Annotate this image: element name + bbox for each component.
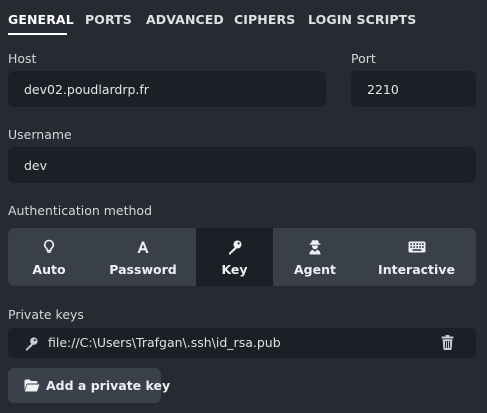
font-a-icon [136, 238, 150, 256]
keyboard-icon [408, 238, 426, 256]
host-input[interactable]: dev02.poudlardrp.fr [8, 71, 326, 107]
tab-ports[interactable]: PORTS [85, 12, 132, 27]
active-tab-indicator [8, 33, 67, 35]
tab-login-scripts[interactable]: LOGIN SCRIPTS [308, 12, 416, 27]
port-label: Port [351, 51, 376, 66]
lightbulb-icon [43, 238, 55, 256]
add-private-key-label: Add a private key [46, 378, 171, 393]
port-input[interactable]: 2210 [351, 71, 476, 107]
connection-settings-panel: GENERAL PORTS ADVANCED CIPHERS LOGIN SCR… [0, 0, 487, 413]
trash-icon[interactable] [441, 335, 454, 354]
auth-method-label: Authentication method [8, 203, 153, 218]
auth-option-label: Password [109, 261, 177, 277]
tab-ciphers[interactable]: CIPHERS [234, 12, 295, 27]
auth-option-label: Key [221, 261, 248, 277]
tab-advanced[interactable]: ADVANCED [146, 12, 224, 27]
private-key-path: file://C:\Users\Trafgan\.ssh\id_rsa.pub [48, 335, 281, 350]
auth-option-label: Agent [294, 261, 336, 277]
add-private-key-button[interactable]: Add a private key [8, 368, 170, 403]
private-keys-label: Private keys [8, 307, 84, 322]
tab-general[interactable]: GENERAL [8, 12, 74, 27]
auth-option-label: Auto [32, 261, 66, 277]
auth-method-selector: Auto Password Key Agent Interactive [8, 228, 476, 286]
auth-option-agent[interactable]: Agent [273, 228, 357, 286]
auth-option-auto[interactable]: Auto [8, 228, 90, 286]
auth-option-label: Interactive [378, 261, 455, 277]
private-key-item: file://C:\Users\Trafgan\.ssh\id_rsa.pub [8, 328, 476, 358]
user-secret-icon [308, 238, 322, 256]
auth-option-password[interactable]: Password [90, 228, 196, 286]
host-label: Host [8, 51, 37, 66]
username-label: Username [8, 127, 72, 142]
username-input[interactable]: dev [8, 147, 476, 183]
folder-open-icon [24, 379, 40, 392]
auth-option-interactive[interactable]: Interactive [357, 228, 476, 286]
auth-option-key[interactable]: Key [196, 228, 273, 286]
tab-bar: GENERAL PORTS ADVANCED CIPHERS LOGIN SCR… [0, 0, 487, 38]
key-icon [24, 336, 39, 355]
key-icon [227, 238, 243, 256]
